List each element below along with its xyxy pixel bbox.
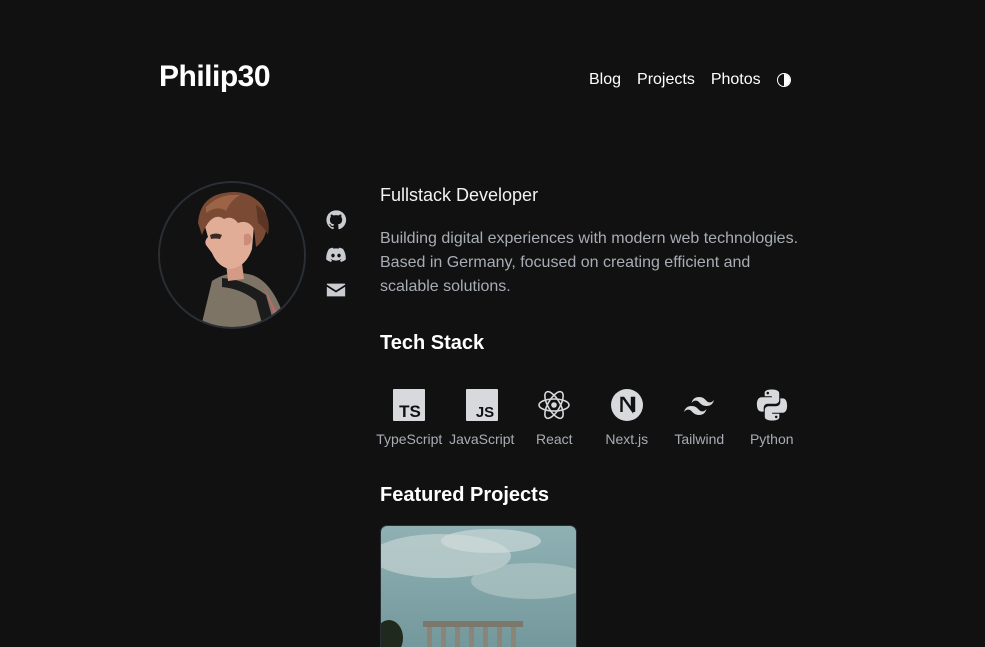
nav-projects[interactable]: Projects xyxy=(637,70,695,90)
tech-item-tailwind: Tailwind xyxy=(663,388,736,447)
role-title: Fullstack Developer xyxy=(380,185,539,205)
python-icon xyxy=(755,388,789,422)
tech-stack-heading: Tech Stack xyxy=(380,332,485,354)
tech-item-python: Python xyxy=(736,388,809,447)
svg-text:TS: TS xyxy=(399,402,421,421)
mail-icon[interactable] xyxy=(325,279,347,301)
tech-label: JavaScript xyxy=(449,431,515,447)
project-card[interactable] xyxy=(380,525,577,647)
tech-stack-list: TS TypeScript JS JavaScript React Next.j… xyxy=(373,388,808,447)
tech-label: Tailwind xyxy=(674,431,725,447)
site-logo[interactable]: Philip30 xyxy=(159,60,271,94)
react-icon xyxy=(537,388,571,422)
discord-icon[interactable] xyxy=(325,244,347,266)
nav-blog[interactable]: Blog xyxy=(589,70,621,90)
main-nav: Blog Projects Photos xyxy=(589,70,791,90)
bio-text: Building digital experiences with modern… xyxy=(380,230,799,295)
featured-projects-heading: Featured Projects xyxy=(380,484,549,506)
theme-toggle-icon[interactable] xyxy=(776,73,791,87)
tech-label: Python xyxy=(749,431,794,447)
svg-text:JS: JS xyxy=(476,404,494,421)
tailwind-icon xyxy=(682,388,716,422)
anime-avatar-icon xyxy=(160,183,304,327)
tech-label: TypeScript xyxy=(376,431,443,447)
javascript-icon: JS xyxy=(465,388,499,422)
tech-item-typescript: TS TypeScript xyxy=(373,388,446,447)
page: Philip30 Blog Projects Photos Fullstack … xyxy=(0,0,985,647)
tech-label: React xyxy=(535,431,573,447)
social-links xyxy=(325,209,347,301)
tech-item-react: React xyxy=(518,388,591,447)
nextjs-icon xyxy=(610,388,644,422)
tech-item-javascript: JS JavaScript xyxy=(446,388,519,447)
avatar xyxy=(158,181,306,329)
project-image xyxy=(381,526,576,647)
tech-label: Next.js xyxy=(605,431,649,447)
typescript-icon: TS xyxy=(392,388,426,422)
nav-photos[interactable]: Photos xyxy=(711,70,761,90)
github-icon[interactable] xyxy=(325,209,347,231)
tech-item-nextjs: Next.js xyxy=(591,388,664,447)
